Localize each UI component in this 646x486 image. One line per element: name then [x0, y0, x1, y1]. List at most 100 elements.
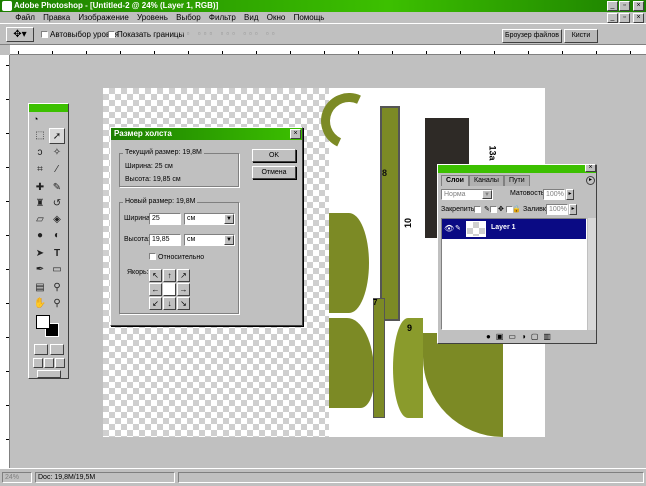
- vertical-ruler[interactable]: [0, 55, 10, 468]
- auto-select-checkbox[interactable]: [41, 31, 48, 39]
- path-select-icon[interactable]: ➤: [32, 246, 48, 262]
- screen-mode-menu-icon[interactable]: [44, 358, 54, 368]
- adjustment-icon[interactable]: ◑: [521, 332, 531, 341]
- app-icon[interactable]: [2, 1, 12, 11]
- type-tool-icon[interactable]: T: [49, 246, 65, 262]
- standard-mode-icon[interactable]: [34, 344, 48, 355]
- anchor-bottom-right[interactable]: ↘: [177, 297, 190, 310]
- imageready-icon[interactable]: [37, 370, 61, 378]
- minimize-button[interactable]: _: [607, 1, 618, 11]
- close-button[interactable]: ×: [633, 1, 644, 11]
- show-bounds-option[interactable]: Показать границы: [108, 30, 184, 39]
- anchor-top-right[interactable]: ↗: [177, 269, 190, 282]
- paint-bucket-icon[interactable]: ◈: [49, 212, 65, 228]
- blend-mode-select[interactable]: Норма ▼: [441, 189, 493, 200]
- foreground-color-swatch[interactable]: [36, 315, 50, 329]
- history-brush-icon[interactable]: ↺: [49, 196, 65, 212]
- doc-size[interactable]: Doc: 19,8M/19,5M: [35, 472, 175, 483]
- horizontal-ruler[interactable]: [10, 45, 646, 55]
- relative-checkbox[interactable]: [149, 253, 156, 261]
- adobe-logo-icon[interactable]: ◔: [33, 114, 64, 124]
- tab-file-browser[interactable]: Броузер файлов: [502, 29, 562, 43]
- layers-scrollbar[interactable]: [588, 218, 596, 330]
- current-width: Ширина: 25 см: [125, 163, 173, 170]
- lock-brush-icon[interactable]: ✎: [484, 205, 490, 213]
- height-unit-select[interactable]: см ▼: [184, 234, 235, 246]
- lock-image-checkbox[interactable]: [490, 206, 497, 213]
- opacity-arrow-icon[interactable]: ▸: [566, 189, 574, 200]
- anchor-right[interactable]: →: [177, 283, 190, 296]
- marquee-tool-icon[interactable]: ⬚: [32, 128, 48, 144]
- menu-edit[interactable]: Правка: [40, 12, 73, 23]
- lock-all-icon[interactable]: 🔒: [512, 205, 521, 213]
- eye-icon[interactable]: 👁: [444, 224, 454, 233]
- anchor-top-left[interactable]: ↖: [149, 269, 162, 282]
- tab-channels[interactable]: Каналы: [469, 175, 504, 186]
- relative-option[interactable]: Относительно: [149, 252, 204, 261]
- layer-row[interactable]: 👁 ✎ Layer 1: [442, 219, 586, 239]
- crop-tool-icon[interactable]: ⌗: [32, 162, 48, 178]
- width-unit-select[interactable]: см ▼: [184, 213, 235, 225]
- mask-icon[interactable]: ▣: [496, 332, 509, 341]
- menu-filter[interactable]: Фильтр: [206, 12, 239, 23]
- doc-restore-button[interactable]: ▫: [619, 13, 630, 23]
- menu-view[interactable]: Вид: [241, 12, 261, 23]
- tool-preset-picker[interactable]: ✥▾: [6, 27, 34, 42]
- trash-icon[interactable]: ▥: [543, 332, 556, 341]
- clone-stamp-icon[interactable]: ♜: [32, 196, 48, 212]
- restore-button[interactable]: ▫: [619, 1, 630, 11]
- lock-move-icon[interactable]: ✥: [498, 205, 504, 213]
- menu-help[interactable]: Помощь: [291, 12, 328, 23]
- ok-button[interactable]: OK: [252, 149, 296, 162]
- new-set-icon[interactable]: ▭: [508, 332, 521, 341]
- dodge-tool-icon[interactable]: ◐: [49, 228, 65, 244]
- screen-mode-full-icon[interactable]: [55, 358, 65, 368]
- cancel-button[interactable]: Отмена: [252, 166, 296, 179]
- menu-layer[interactable]: Уровень: [134, 12, 171, 23]
- fill-input[interactable]: 100%: [546, 204, 568, 215]
- show-bounds-checkbox[interactable]: [108, 31, 115, 39]
- palette-menu-icon[interactable]: ▸: [586, 176, 595, 185]
- eyedropper-icon[interactable]: ⚲: [49, 280, 65, 296]
- menu-image[interactable]: Изображение: [75, 12, 131, 23]
- screen-mode-standard-icon[interactable]: [33, 358, 43, 368]
- opacity-input[interactable]: 100%: [543, 189, 565, 200]
- blur-tool-icon[interactable]: ●: [32, 228, 48, 244]
- layer-style-icon[interactable]: ●: [486, 332, 496, 341]
- lasso-tool-icon[interactable]: ↄ: [32, 145, 48, 161]
- magic-wand-icon[interactable]: ✧: [49, 145, 65, 161]
- zoom-level[interactable]: 24%: [2, 472, 32, 483]
- anchor-center[interactable]: [163, 283, 176, 296]
- move-tool-icon[interactable]: ➚: [49, 128, 65, 144]
- anchor-left[interactable]: ←: [149, 283, 162, 296]
- anchor-bottom[interactable]: ↓: [163, 297, 176, 310]
- anchor-bottom-left[interactable]: ↙: [149, 297, 162, 310]
- quickmask-mode-icon[interactable]: [50, 344, 64, 355]
- doc-close-button[interactable]: ×: [633, 13, 644, 23]
- new-layer-icon[interactable]: ▢: [531, 332, 544, 341]
- tab-brushes[interactable]: Кисти: [564, 29, 598, 43]
- brush-tool-icon[interactable]: ✎: [49, 180, 65, 196]
- healing-brush-icon[interactable]: ✚: [32, 180, 48, 196]
- dialog-close-button[interactable]: ×: [290, 129, 301, 139]
- layers-close-button[interactable]: ×: [585, 164, 596, 172]
- brush-link-icon[interactable]: ✎: [455, 224, 461, 232]
- height-input[interactable]: 19,85: [149, 234, 181, 246]
- pen-tool-icon[interactable]: ✒: [32, 262, 48, 278]
- notes-tool-icon[interactable]: ▤: [32, 280, 48, 296]
- menu-file[interactable]: Файл: [12, 12, 38, 23]
- menu-select[interactable]: Выбор: [173, 12, 204, 23]
- doc-minimize-button[interactable]: _: [607, 13, 618, 23]
- eraser-tool-icon[interactable]: ▱: [32, 212, 48, 228]
- menu-window[interactable]: Окно: [264, 12, 289, 23]
- lock-transparency-checkbox[interactable]: [474, 206, 481, 213]
- fill-arrow-icon[interactable]: ▸: [569, 204, 577, 215]
- width-input[interactable]: 25: [149, 213, 181, 225]
- tab-paths[interactable]: Пути: [504, 175, 530, 186]
- tab-layers[interactable]: Слои: [441, 175, 469, 186]
- layers-palette-title-bar: [438, 165, 596, 173]
- zoom-tool-icon[interactable]: ⚲: [49, 296, 65, 312]
- anchor-top[interactable]: ↑: [163, 269, 176, 282]
- shape-tool-icon[interactable]: ▭: [49, 262, 65, 278]
- slice-tool-icon[interactable]: ⁄: [49, 162, 65, 178]
